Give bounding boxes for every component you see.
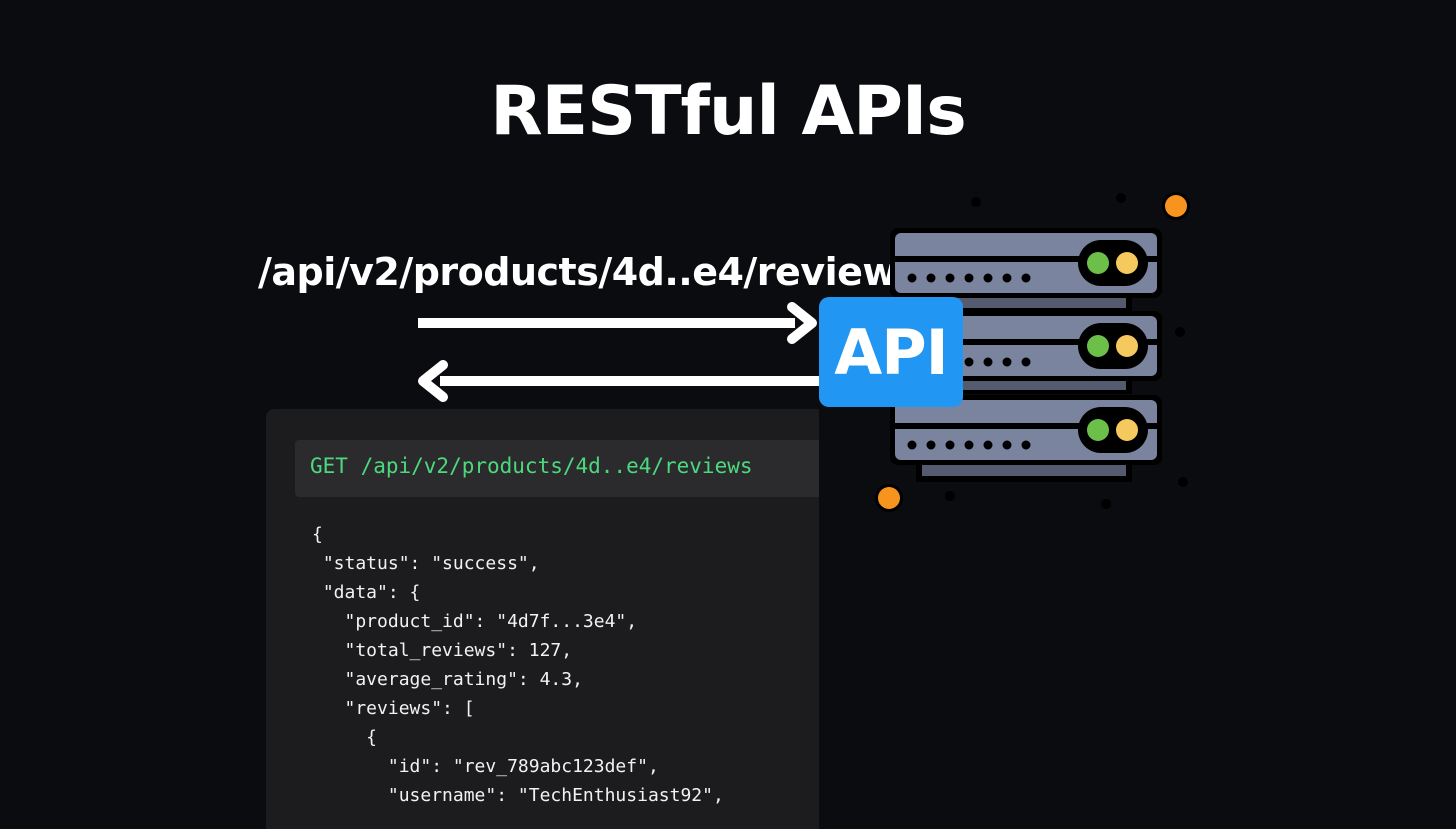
api-badge: API <box>819 297 963 407</box>
json-line: "average_rating": 4.3, <box>312 669 583 690</box>
request-line: GET /api/v2/products/4d..e4/reviews <box>310 454 753 478</box>
json-line: "status": "success", <box>312 553 540 574</box>
json-line: "data": { <box>312 582 421 603</box>
json-line: "product_id": "4d7f...3e4", <box>312 611 638 632</box>
json-line: "username": "TechEnthusiast92", <box>312 785 724 806</box>
json-line: { <box>312 727 378 748</box>
json-line: "total_reviews": 127, <box>312 640 573 661</box>
json-line: { <box>312 524 323 545</box>
json-line: "id": "rev_789abc123def", <box>312 756 659 777</box>
response-code-panel: GET /api/v2/products/4d..e4/reviews { "s… <box>266 409 819 829</box>
json-line: "reviews": [ <box>312 698 475 719</box>
request-bar: GET /api/v2/products/4d..e4/reviews <box>295 440 819 497</box>
server-unit <box>890 228 1162 298</box>
